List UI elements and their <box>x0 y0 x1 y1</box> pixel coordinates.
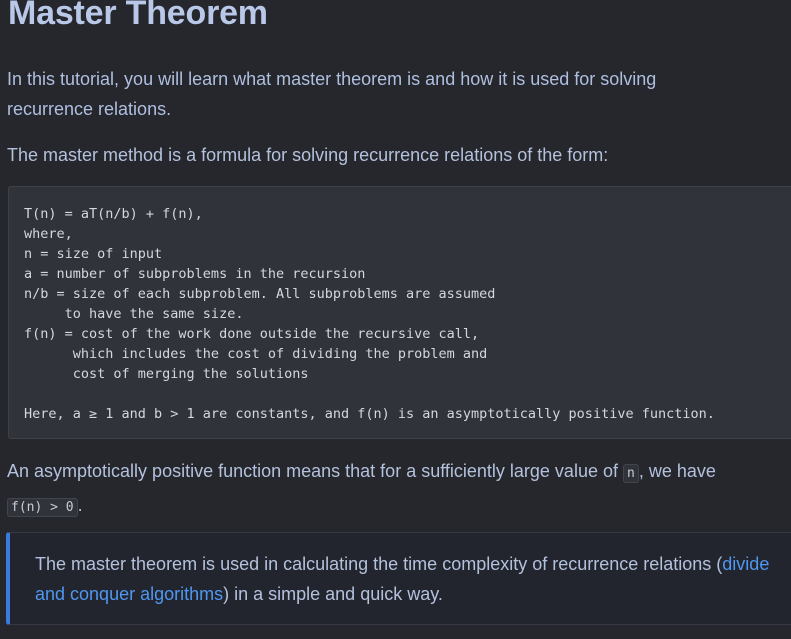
note-callout-text: The master theorem is used in calculatin… <box>35 549 775 609</box>
paragraph-asymptotic-text: An asymptotically positive function mean… <box>7 461 623 481</box>
paragraph-asymptotic-text-middle: , we have <box>638 461 716 481</box>
page-title: Master Theorem <box>8 0 268 32</box>
article: Master Theorem In this tutorial, you wil… <box>0 0 791 639</box>
inline-code-fn: f(n) > 0 <box>7 498 78 517</box>
code-block: T(n) = aT(n/b) + f(n), where, n = size o… <box>8 186 791 439</box>
intro-paragraph: In this tutorial, you will learn what ma… <box>7 69 657 119</box>
note-callout: The master theorem is used in calculatin… <box>6 532 791 625</box>
note-callout-text-end: ) in a simple and quick way. <box>223 584 443 604</box>
paragraph-asymptotic-line2: f(n) > 0. <box>7 489 787 524</box>
paragraph-master-method: The master method is a formula for solvi… <box>7 145 609 165</box>
code-block-text: T(n) = aT(n/b) + f(n), where, n = size o… <box>24 206 715 422</box>
paragraph-asymptotic: An asymptotically positive function mean… <box>7 456 787 524</box>
note-callout-text-start: The master theorem is used in calculatin… <box>35 554 723 574</box>
paragraph-asymptotic-text-end: . <box>77 495 83 515</box>
inline-code-n: n <box>622 464 639 483</box>
